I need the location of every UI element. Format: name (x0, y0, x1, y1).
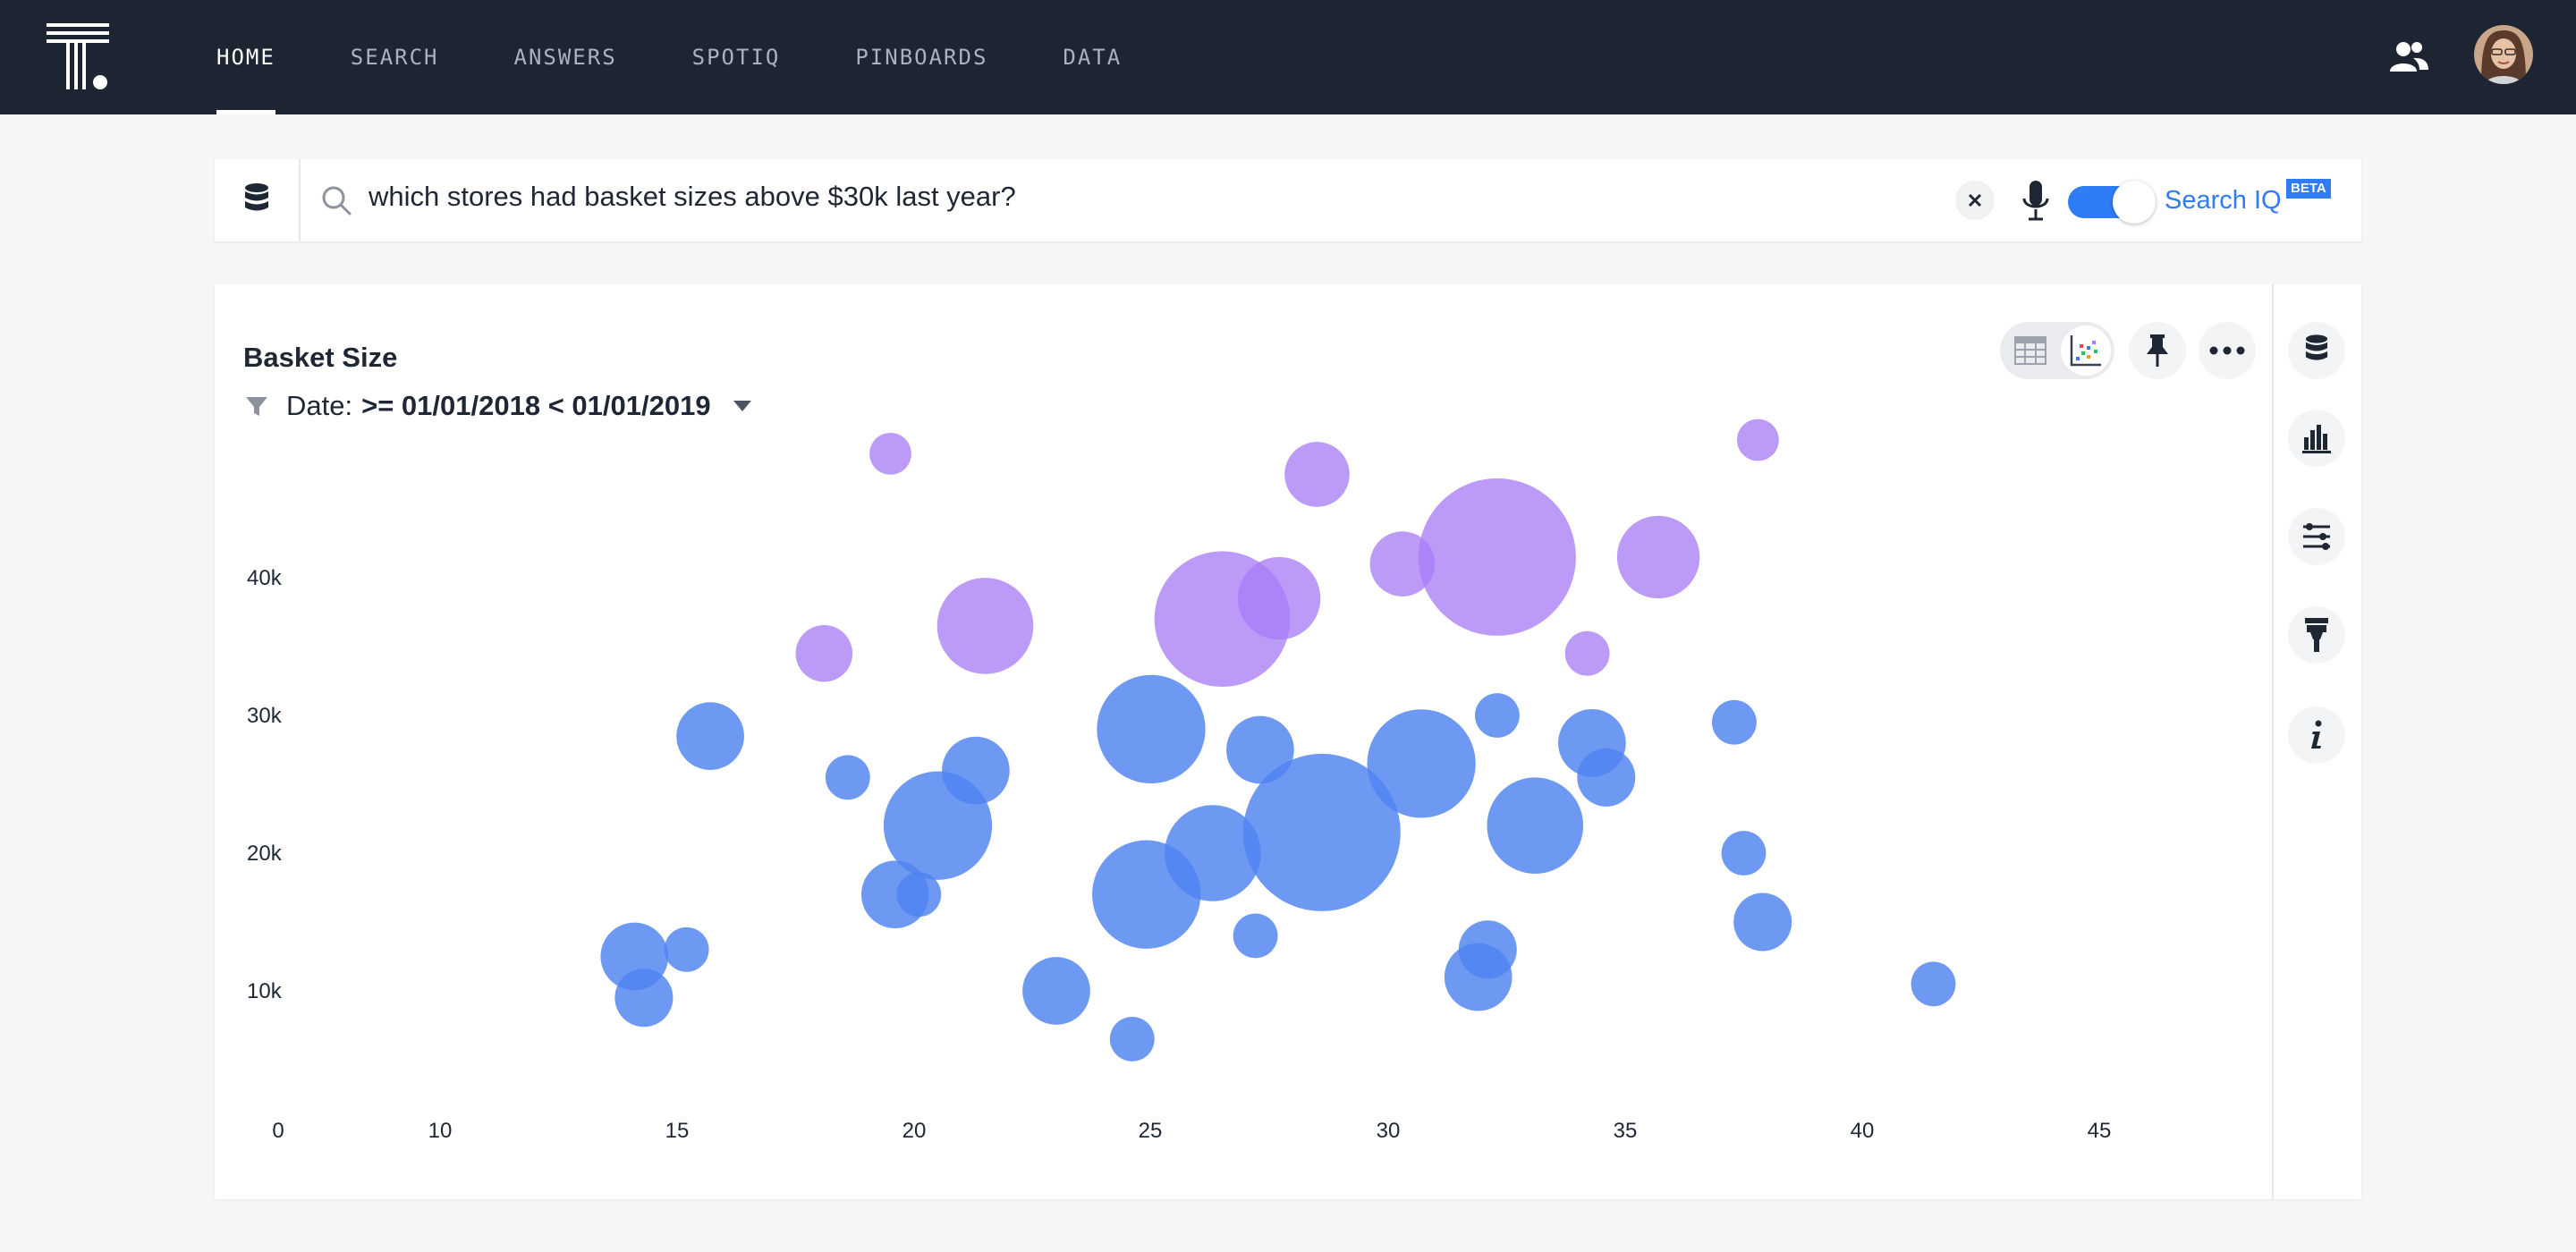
bubble-point[interactable] (614, 969, 674, 1028)
toggle-knob (2113, 181, 2156, 224)
bubble-point[interactable] (676, 702, 744, 770)
x-tick-label: 35 (1614, 1119, 1638, 1143)
bubble-point[interactable] (795, 624, 853, 682)
bubble-point[interactable] (825, 755, 870, 800)
info-icon (2311, 720, 2322, 749)
nav-item-spotiq[interactable]: SPOTIQ (692, 0, 781, 114)
x-tick-label: 10 (428, 1119, 453, 1143)
bubble-point[interactable] (1564, 630, 1610, 676)
view-toggle (2000, 322, 2114, 379)
data-source-button[interactable] (215, 159, 301, 241)
chart-view-button[interactable] (2061, 326, 2111, 376)
chart-config-button[interactable] (2288, 508, 2345, 565)
bubble-point[interactable] (1616, 515, 1700, 599)
bubble-point[interactable] (1444, 943, 1513, 1011)
bubble-point[interactable] (896, 872, 942, 918)
nav-item-answers[interactable]: ANSWERS (514, 0, 617, 114)
avatar[interactable] (2474, 25, 2533, 84)
format-button[interactable] (2288, 606, 2345, 664)
database-icon (245, 183, 268, 211)
search-input[interactable]: which stores had basket sizes above $30k… (369, 181, 1016, 213)
y-tick-label: 10k (247, 979, 283, 1003)
table-view-button[interactable] (2011, 331, 2050, 370)
beta-badge: BETA (2286, 179, 2331, 199)
nav-item-pinboards[interactable]: PINBOARDS (855, 0, 987, 114)
y-tick-label: 20k (247, 842, 283, 866)
filter-key: Date: (286, 390, 353, 421)
x-tick-label: 25 (1139, 1119, 1163, 1143)
table-icon (2014, 336, 2046, 365)
main-nav: HOME SEARCH ANSWERS SPOTIQ PINBOARDS DAT… (216, 0, 1197, 114)
bubble-point[interactable] (1733, 892, 1792, 952)
bubble-point[interactable] (664, 926, 709, 972)
x-tick-label: 40 (1851, 1119, 1875, 1143)
more-options-button[interactable] (2199, 322, 2256, 379)
pin-icon (2147, 334, 2168, 367)
top-navigation-bar: HOME SEARCH ANSWERS SPOTIQ PINBOARDS DAT… (0, 0, 2576, 114)
bubble-point[interactable] (1721, 831, 1767, 876)
brush-icon (2305, 618, 2328, 652)
bubble-point[interactable] (1233, 913, 1278, 959)
database-icon (2305, 334, 2328, 360)
microphone-icon[interactable] (2018, 179, 2054, 222)
chart-title: Basket Size (243, 342, 398, 373)
nav-item-search[interactable]: SEARCH (351, 0, 439, 114)
bubble-point[interactable] (1487, 777, 1584, 874)
bubble-point[interactable] (1109, 1016, 1155, 1062)
answer-card: 0 10 15 20 25 30 35 40 45 10k 20k 30k 40k Basket Siz… (215, 284, 2361, 1199)
x-tick-label: 30 (1377, 1119, 1401, 1143)
nav-item-data[interactable]: DATA (1063, 0, 1122, 114)
bubble-point[interactable] (1474, 693, 1520, 738)
clear-search-button[interactable] (1955, 181, 1995, 220)
searchiq-toggle[interactable] (2068, 181, 2156, 224)
x-tick-label: 20 (902, 1119, 927, 1143)
bubble-point[interactable] (1911, 961, 1956, 1007)
chevron-down-icon[interactable] (733, 400, 752, 412)
close-icon (1968, 193, 1982, 207)
search-icon (322, 186, 352, 216)
sliders-icon (2303, 523, 2330, 550)
bubble-point[interactable] (936, 578, 1034, 674)
logo[interactable] (47, 23, 109, 89)
data-sources-panel-button[interactable] (2288, 322, 2345, 379)
chart-type-button[interactable] (2288, 410, 2345, 467)
searchiq-label: Search IQ (2165, 186, 2282, 215)
bubble-point[interactable] (1711, 699, 1757, 745)
bubble-point[interactable] (1097, 674, 1206, 784)
x-tick-label: 45 (2088, 1119, 2112, 1143)
pin-button[interactable] (2129, 322, 2186, 379)
x-tick-label: 0 (272, 1119, 284, 1143)
filter-icon (246, 397, 267, 416)
more-icon (2209, 346, 2245, 355)
bubble-point[interactable] (1577, 748, 1636, 807)
people-icon[interactable] (2388, 39, 2429, 75)
bar-chart-icon (2302, 425, 2331, 453)
nav-item-home[interactable]: HOME (216, 0, 275, 114)
bubble-point[interactable] (1242, 753, 1401, 911)
bubble-point[interactable] (869, 433, 911, 475)
y-tick-label: 30k (247, 704, 283, 728)
bubble-point[interactable] (1284, 442, 1350, 507)
bubble-point[interactable] (1737, 419, 1779, 461)
x-tick-label: 15 (665, 1119, 690, 1143)
bubble-point[interactable] (1418, 478, 1576, 636)
y-tick-label: 40k (247, 566, 283, 590)
date-filter[interactable]: Date: >= 01/01/2018 < 01/01/2019 (245, 390, 752, 422)
bubble-point[interactable] (1022, 957, 1090, 1025)
bubble-point[interactable] (1154, 551, 1291, 688)
bubble-point[interactable] (1369, 531, 1436, 596)
filter-value: >= 01/01/2018 < 01/01/2019 (361, 390, 711, 421)
side-panel-divider (2272, 284, 2274, 1199)
chart-icon (2070, 335, 2101, 367)
search-bar: which stores had basket sizes above $30k… (215, 159, 2361, 241)
info-button[interactable] (2288, 706, 2345, 764)
